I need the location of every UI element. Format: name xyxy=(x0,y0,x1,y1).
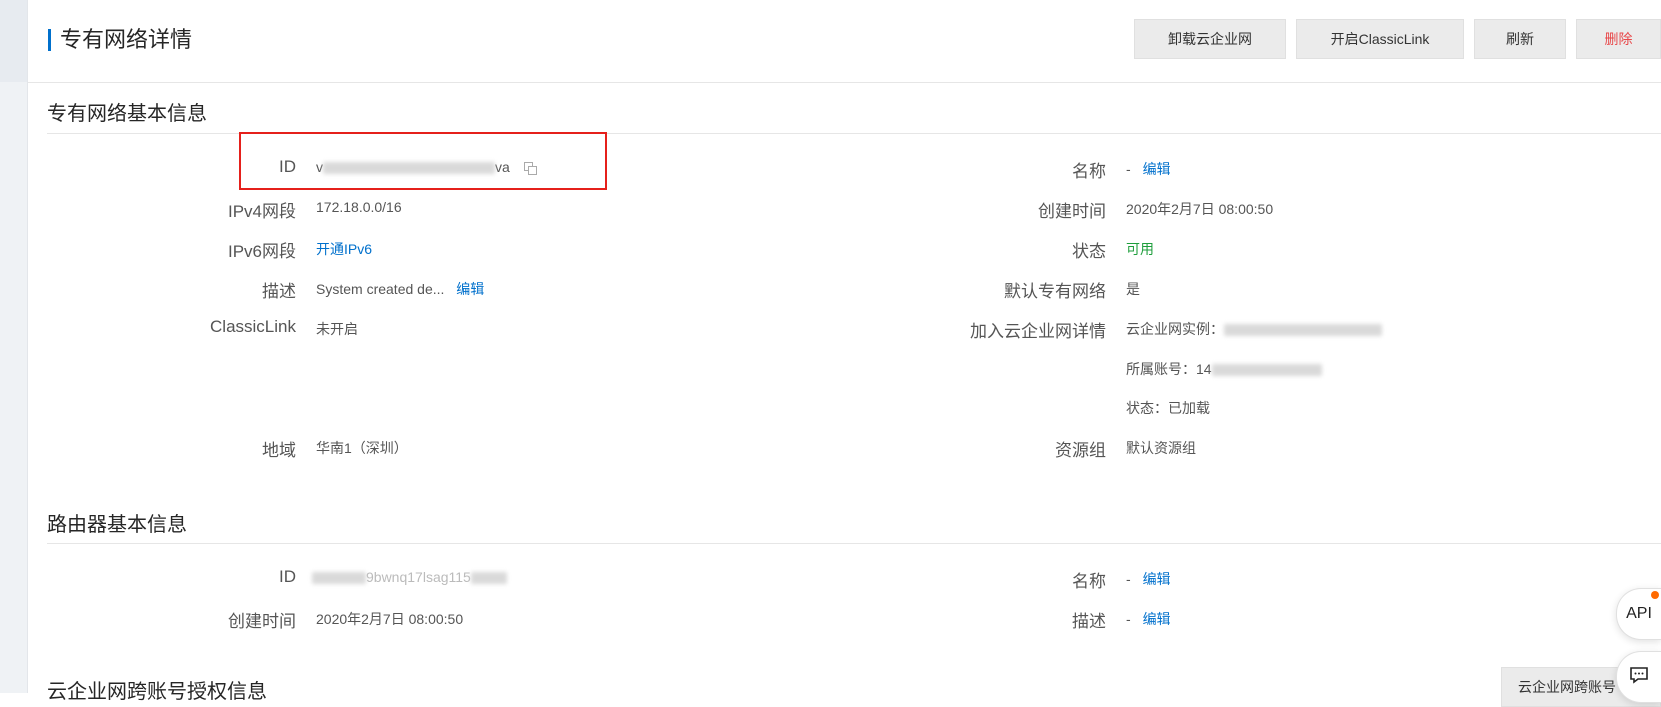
name-label: 名称 xyxy=(1072,162,1106,181)
redacted-text xyxy=(470,572,507,585)
cen-account-prefix: 所属账号： xyxy=(1126,361,1196,377)
cen-account-start: 14 xyxy=(1196,361,1212,377)
classiclink-value: 未开启 xyxy=(316,321,358,337)
page-title: 专有网络详情 xyxy=(60,27,193,52)
redacted-text xyxy=(1211,364,1322,377)
cen-account: 所属账号：14 xyxy=(1126,359,1322,379)
router-id-value: 9bwnq17lsag115 xyxy=(312,569,507,585)
created-value: 2020年2月7日 08:00:50 xyxy=(1126,201,1274,217)
refresh-button[interactable]: 刷新 xyxy=(1474,19,1566,59)
created-label: 创建时间 xyxy=(1038,202,1106,221)
resource-group-label: 资源组 xyxy=(1055,441,1106,460)
title-accent-bar xyxy=(48,29,51,51)
notification-dot xyxy=(1651,591,1659,599)
router-section-title: 路由器基本信息 xyxy=(47,514,187,536)
vpc-section-title: 专有网络基本信息 xyxy=(47,103,207,125)
desc-edit-link[interactable]: 编辑 xyxy=(456,281,484,297)
region-label: 地域 xyxy=(262,441,296,460)
cen-status: 状态：已加载 xyxy=(1126,400,1210,416)
router-created-label: 创建时间 xyxy=(228,612,296,631)
delete-button[interactable]: 删除 xyxy=(1576,19,1661,59)
uninstall-cen-button[interactable]: 卸载云企业网 xyxy=(1134,19,1286,59)
ipv4-value: 172.18.0.0/16 xyxy=(316,199,402,215)
chat-icon xyxy=(1629,666,1649,689)
default-vpc-label: 默认专有网络 xyxy=(1004,282,1106,301)
cen-label: 加入云企业网详情 xyxy=(970,322,1106,341)
router-desc-text: - xyxy=(1126,611,1131,627)
enable-classiclink-button[interactable]: 开启ClassicLink xyxy=(1296,19,1464,59)
cen-auth-section-title: 云企业网跨账号授权信息 xyxy=(47,681,267,703)
resource-group-value: 默认资源组 xyxy=(1126,440,1196,456)
router-name-text: - xyxy=(1126,571,1131,587)
api-float-button[interactable]: API xyxy=(1616,588,1661,640)
copy-icon[interactable] xyxy=(523,162,537,176)
status-value: 可用 xyxy=(1126,241,1154,257)
router-desc-edit-link[interactable]: 编辑 xyxy=(1143,611,1171,627)
desc-value: System created de... 编辑 xyxy=(316,279,484,299)
router-id-partial: 9bwnq17lsag115 xyxy=(366,569,471,585)
vpc-id-end: va xyxy=(495,159,510,175)
name-text: - xyxy=(1126,161,1131,177)
status-label: 状态 xyxy=(1072,242,1106,261)
name-value: - 编辑 xyxy=(1126,159,1171,179)
router-desc-label: 描述 xyxy=(1072,612,1106,631)
router-name-edit-link[interactable]: 编辑 xyxy=(1143,571,1171,587)
cen-instance: 云企业网实例： xyxy=(1126,319,1382,339)
router-id-label: ID xyxy=(279,567,296,586)
vpc-id-label: ID xyxy=(279,157,296,176)
name-edit-link[interactable]: 编辑 xyxy=(1143,161,1171,177)
router-created-value: 2020年2月7日 08:00:50 xyxy=(316,611,464,627)
default-vpc-value: 是 xyxy=(1126,281,1140,297)
redacted-text xyxy=(323,162,495,175)
region-value: 华南1（深圳） xyxy=(316,440,408,456)
chat-float-button[interactable] xyxy=(1616,651,1661,703)
router-name-label: 名称 xyxy=(1072,572,1106,591)
section-divider xyxy=(47,543,1661,544)
vpc-id-start: v xyxy=(316,159,323,175)
sidebar-header xyxy=(0,0,27,82)
vpc-id-value: v va xyxy=(316,159,537,176)
enable-ipv6-link[interactable]: 开通IPv6 xyxy=(316,239,372,259)
ipv6-label: IPv6网段 xyxy=(227,242,296,261)
ipv4-label: IPv4网段 xyxy=(227,202,296,221)
left-sidebar xyxy=(0,0,28,693)
redacted-text xyxy=(1224,324,1382,337)
cen-instance-prefix: 云企业网实例： xyxy=(1126,321,1224,337)
router-desc-value: - 编辑 xyxy=(1126,609,1171,629)
classiclink-label: ClassicLink xyxy=(210,317,296,336)
router-name-value: - 编辑 xyxy=(1126,569,1171,589)
redacted-text xyxy=(312,572,366,585)
desc-text: System created de... xyxy=(316,281,445,297)
desc-label: 描述 xyxy=(262,282,296,301)
api-label: API xyxy=(1626,605,1652,622)
